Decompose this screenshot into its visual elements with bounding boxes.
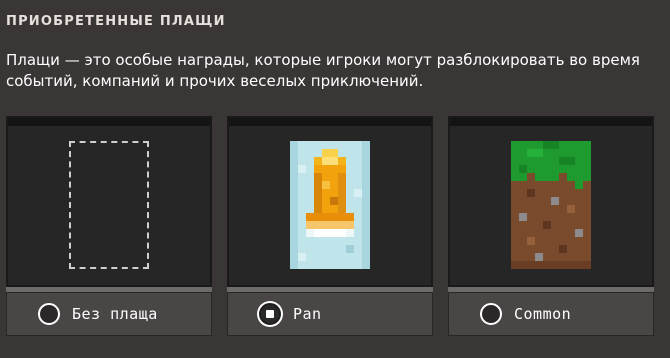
cape-option-none[interactable]: Без плаща bbox=[6, 292, 212, 336]
section-description: Плащи — это особые награды, которые игро… bbox=[6, 51, 640, 90]
radio-button[interactable] bbox=[38, 303, 60, 325]
cape-preview[interactable] bbox=[448, 116, 654, 287]
cape-preview[interactable] bbox=[227, 116, 433, 287]
cape-card-none[interactable]: Без плаща bbox=[6, 116, 212, 336]
section-heading: ПРИОБРЕТЕННЫЕ ПЛАЩИ bbox=[6, 14, 226, 29]
empty-cape-slot-icon bbox=[69, 141, 149, 269]
common-cape-icon bbox=[511, 141, 591, 269]
pan-cape-icon bbox=[290, 141, 370, 269]
radio-button-selected[interactable] bbox=[259, 303, 281, 325]
cape-label: Common bbox=[514, 305, 572, 323]
cape-label: Без плаща bbox=[72, 305, 158, 323]
cape-preview[interactable] bbox=[6, 116, 212, 287]
cape-option-common[interactable]: Common bbox=[448, 292, 654, 336]
cape-card-pan[interactable]: Pan bbox=[227, 116, 433, 336]
cape-list: Без плаща Pan Common bbox=[6, 116, 660, 336]
cape-card-common[interactable]: Common bbox=[448, 116, 654, 336]
radio-button[interactable] bbox=[480, 303, 502, 325]
cape-label: Pan bbox=[293, 305, 322, 323]
cape-option-pan[interactable]: Pan bbox=[227, 292, 433, 336]
